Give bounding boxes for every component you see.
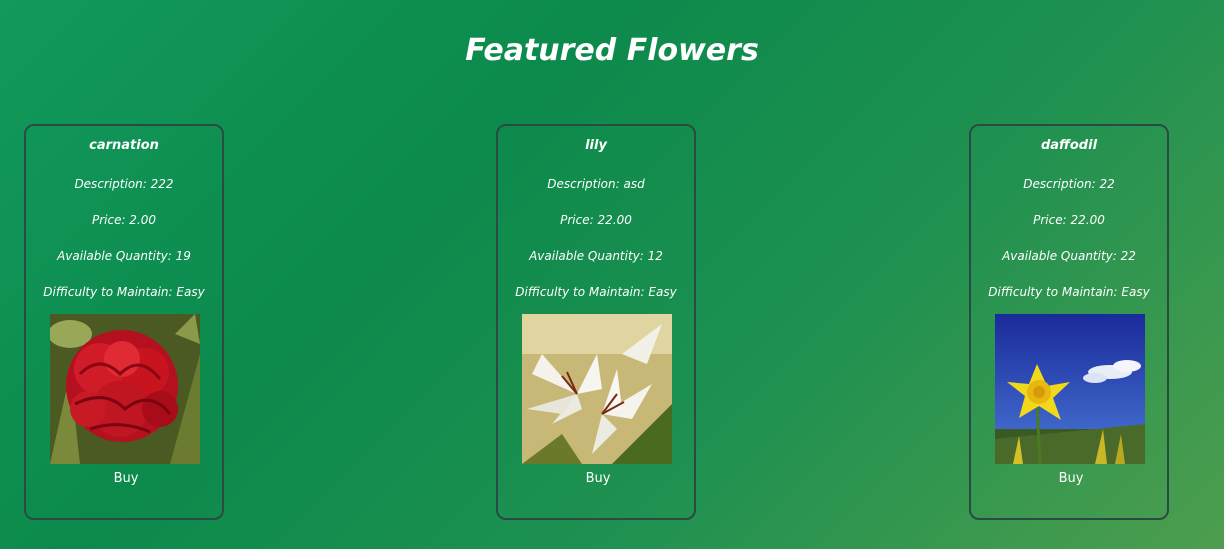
- product-quantity: Available Quantity: 19: [57, 249, 191, 263]
- buy-button[interactable]: Buy: [96, 469, 156, 487]
- product-difficulty: Difficulty to Maintain: Easy: [988, 285, 1150, 299]
- product-card-daffodil: daffodil Description: 22 Price: 22.00 Av…: [969, 124, 1169, 520]
- product-card-lily: lily Description: asd Price: 22.00 Avail…: [496, 124, 696, 520]
- product-name: lily: [585, 138, 607, 153]
- product-price: Price: 22.00: [560, 213, 632, 227]
- product-description: Description: 222: [74, 177, 174, 191]
- page-title: Featured Flowers: [465, 33, 759, 68]
- lily-image: [522, 314, 672, 464]
- product-description: Description: 22: [1023, 177, 1115, 191]
- daffodil-image: [995, 314, 1145, 464]
- buy-button[interactable]: Buy: [568, 469, 628, 487]
- product-card-carnation: carnation Description: 222 Price: 2.00 A…: [24, 124, 224, 520]
- product-difficulty: Difficulty to Maintain: Easy: [515, 285, 677, 299]
- product-quantity: Available Quantity: 22: [1002, 249, 1136, 263]
- product-name: daffodil: [1040, 138, 1098, 153]
- carnation-image: [50, 314, 200, 464]
- product-price: Price: 2.00: [91, 213, 157, 227]
- product-difficulty: Difficulty to Maintain: Easy: [43, 285, 205, 299]
- product-name: carnation: [89, 138, 159, 153]
- buy-button[interactable]: Buy: [1041, 469, 1101, 487]
- product-quantity: Available Quantity: 12: [529, 249, 663, 263]
- product-description: Description: asd: [547, 177, 645, 191]
- product-price: Price: 22.00: [1033, 213, 1105, 227]
